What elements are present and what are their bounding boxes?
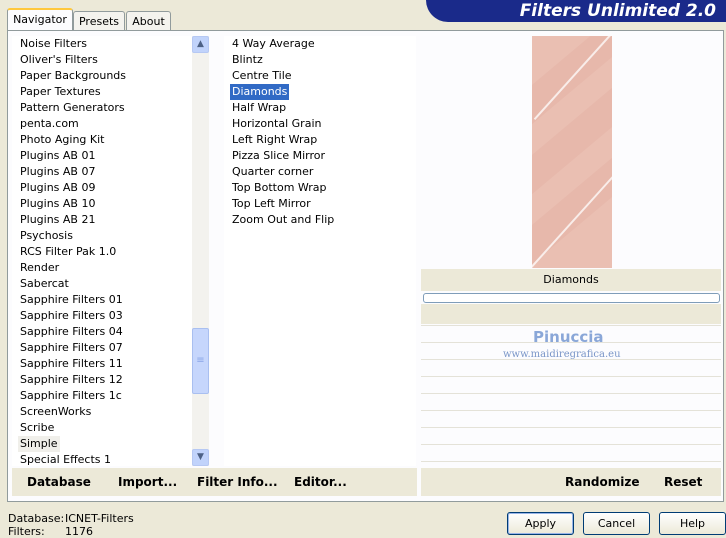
database-button[interactable]: Database: [27, 468, 91, 496]
apply-button[interactable]: Apply: [507, 512, 574, 535]
editor-button[interactable]: Editor...: [294, 468, 347, 496]
filter-item[interactable]: Horizontal Grain: [230, 116, 323, 132]
scroll-up-button[interactable]: ▲: [192, 36, 209, 53]
database-value: ICNET-Filters: [65, 512, 134, 525]
help-button[interactable]: Help: [659, 512, 726, 535]
app-title: Filters Unlimited 2.0: [519, 1, 716, 21]
category-item[interactable]: Sapphire Filters 03: [18, 308, 125, 324]
tab-presets[interactable]: Presets: [73, 11, 125, 31]
filter-item[interactable]: Diamonds: [230, 84, 290, 100]
category-item[interactable]: Render: [18, 260, 61, 276]
category-item[interactable]: Scribe: [18, 420, 56, 436]
filters-value: 1176: [65, 525, 93, 538]
filter-list[interactable]: 4 Way Average Blintz Centre Tile Diamonds Ha…: [224, 36, 416, 466]
preview-panel: Diamonds Pinuccia www.maidiregrafica.eu: [421, 36, 721, 496]
parameter-area: [421, 304, 721, 324]
category-item[interactable]: Sapphire Filters 07: [18, 340, 125, 356]
filter-item[interactable]: Centre Tile: [230, 68, 294, 84]
filter-name-label: Diamonds: [421, 269, 721, 291]
category-item[interactable]: Psychosis: [18, 228, 75, 244]
category-item[interactable]: Sapphire Filters 01: [18, 292, 125, 308]
category-item[interactable]: RCS Filter Pak 1.0: [18, 244, 118, 260]
reset-button[interactable]: Reset: [664, 468, 702, 496]
preview-toolbar: Randomize Reset: [421, 468, 721, 496]
category-item[interactable]: Photo Aging Kit: [18, 132, 106, 148]
watermark-url: www.maidiregrafica.eu: [503, 349, 621, 360]
filters-label: Filters:: [8, 525, 45, 538]
navigator-toolbar: Database Import... Filter Info... Editor…: [12, 468, 417, 496]
category-item[interactable]: Special Effects 1: [18, 452, 113, 466]
scroll-down-button[interactable]: ▼: [192, 449, 209, 466]
category-item[interactable]: Paper Textures: [18, 84, 103, 100]
category-item[interactable]: Paper Backgrounds: [18, 68, 128, 84]
filter-item[interactable]: Top Left Mirror: [230, 196, 313, 212]
category-item[interactable]: Plugins AB 07: [18, 164, 97, 180]
category-item[interactable]: Noise Filters: [18, 36, 89, 52]
filter-item[interactable]: Pizza Slice Mirror: [230, 148, 327, 164]
chevron-up-icon: ▲: [197, 39, 204, 49]
category-list[interactable]: Noise Filters Oliver's Filters Paper Backg…: [12, 36, 192, 466]
category-item[interactable]: Plugins AB 21: [18, 212, 97, 228]
category-item[interactable]: Pattern Generators: [18, 100, 127, 116]
category-item[interactable]: Sapphire Filters 04: [18, 324, 125, 340]
category-item[interactable]: Sapphire Filters 12: [18, 372, 125, 388]
filter-item[interactable]: 4 Way Average: [230, 36, 317, 52]
chevron-down-icon: ▼: [197, 452, 204, 462]
title-banner: Filters Unlimited 2.0: [426, 0, 726, 22]
category-item[interactable]: Plugins AB 10: [18, 196, 97, 212]
database-label: Database:: [8, 512, 65, 525]
randomize-button[interactable]: Randomize: [565, 468, 639, 496]
filter-item[interactable]: Zoom Out and Flip: [230, 212, 336, 228]
preview-image: [532, 36, 612, 268]
scroll-thumb[interactable]: ≡: [192, 328, 209, 394]
filter-item[interactable]: Left Right Wrap: [230, 132, 319, 148]
category-item[interactable]: Sapphire Filters 11: [18, 356, 125, 372]
category-item[interactable]: Simple: [18, 436, 60, 452]
category-item[interactable]: Plugins AB 01: [18, 148, 97, 164]
category-item[interactable]: Plugins AB 09: [18, 180, 97, 196]
category-item[interactable]: Sabercat: [18, 276, 71, 292]
watermark-name: Pinuccia: [533, 328, 604, 346]
category-scrollbar[interactable]: ▲ ≡ ▼: [192, 36, 209, 466]
filter-item[interactable]: Half Wrap: [230, 100, 288, 116]
category-item[interactable]: penta.com: [18, 116, 81, 132]
grip-icon: ≡: [196, 355, 205, 366]
tab-about[interactable]: About: [126, 11, 171, 31]
filter-item[interactable]: Top Bottom Wrap: [230, 180, 329, 196]
filter-item[interactable]: Blintz: [230, 52, 265, 68]
tab-navigator[interactable]: Navigator: [7, 8, 73, 32]
category-item[interactable]: Oliver's Filters: [18, 52, 100, 68]
progress-bar: [423, 293, 720, 303]
category-item[interactable]: ScreenWorks: [18, 404, 93, 420]
category-item[interactable]: Sapphire Filters 1c: [18, 388, 124, 404]
import-button[interactable]: Import...: [118, 468, 177, 496]
cancel-button[interactable]: Cancel: [583, 512, 650, 535]
filter-item[interactable]: Quarter corner: [230, 164, 315, 180]
filter-info-button[interactable]: Filter Info...: [197, 468, 278, 496]
